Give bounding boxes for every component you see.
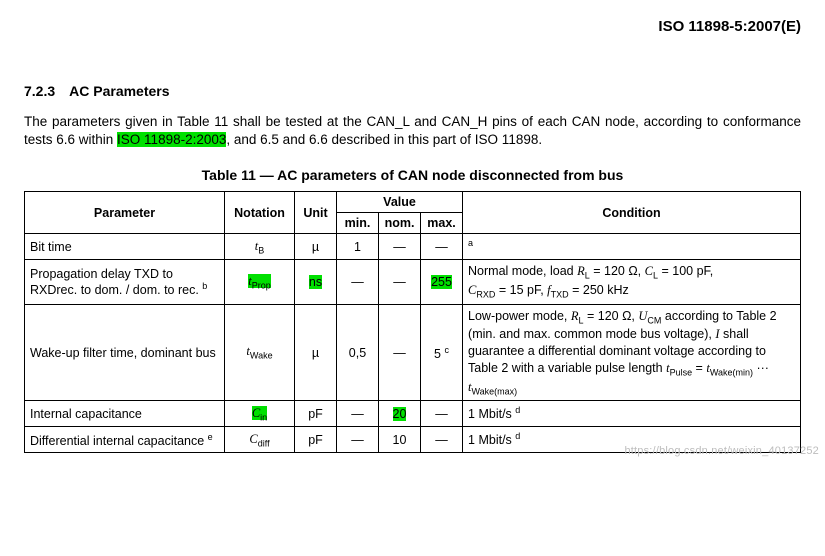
table-row: Differential internal capacitance e Cdif… — [25, 427, 801, 453]
cell-notation: tProp — [225, 260, 295, 304]
cell-nom: 10 — [379, 427, 421, 453]
cell-parameter: Internal capacitance — [25, 401, 225, 427]
cell-max: — — [421, 234, 463, 260]
cell-notation: Cin — [225, 401, 295, 427]
th-notation: Notation — [225, 192, 295, 234]
table-row: Wake-up filter time, dominant bus tWake … — [25, 304, 801, 401]
cell-condition: Low-power mode, RL = 120 Ω, UCM accordin… — [463, 304, 801, 401]
section-heading: 7.2.3 AC Parameters — [24, 83, 801, 99]
cell-parameter: Bit time — [25, 234, 225, 260]
th-nom: nom. — [379, 213, 421, 234]
th-condition: Condition — [463, 192, 801, 234]
cell-unit: µ — [295, 234, 337, 260]
cell-min: 1 — [337, 234, 379, 260]
cell-unit: ns — [295, 260, 337, 304]
cell-notation: tWake — [225, 304, 295, 401]
document-id: ISO 11898-5:2007(E) — [24, 18, 801, 35]
cell-condition: Normal mode, load RL = 120 Ω, CL = 100 p… — [463, 260, 801, 304]
cell-min: 0,5 — [337, 304, 379, 401]
section-number: 7.2.3 — [24, 83, 55, 99]
cell-notation: Cdiff — [225, 427, 295, 453]
cell-parameter: Differential internal capacitance e — [25, 427, 225, 453]
cell-max: — — [421, 427, 463, 453]
cell-min: — — [337, 427, 379, 453]
th-unit: Unit — [295, 192, 337, 234]
cell-max: 255 — [421, 260, 463, 304]
cell-nom: — — [379, 234, 421, 260]
cell-nom: 20 — [379, 401, 421, 427]
cell-max: — — [421, 401, 463, 427]
table-caption: Table 11 — AC parameters of CAN node dis… — [24, 167, 801, 183]
cell-min: — — [337, 260, 379, 304]
cell-nom: — — [379, 304, 421, 401]
cell-condition: 1 Mbit/s d — [463, 401, 801, 427]
cell-nom: — — [379, 260, 421, 304]
highlighted-reference: ISO 11898-2:2003 — [117, 132, 226, 147]
cell-parameter: Propagation delay TXD to RXDrec. to dom.… — [25, 260, 225, 304]
cell-max: 5 c — [421, 304, 463, 401]
cell-condition: a — [463, 234, 801, 260]
table-row: Propagation delay TXD to RXDrec. to dom.… — [25, 260, 801, 304]
cell-unit: pF — [295, 427, 337, 453]
ac-parameters-table: Parameter Notation Unit Value Condition … — [24, 191, 801, 453]
table-row: Internal capacitance Cin pF — 20 — 1 Mbi… — [25, 401, 801, 427]
cell-condition: 1 Mbit/s d — [463, 427, 801, 453]
cell-parameter: Wake-up filter time, dominant bus — [25, 304, 225, 401]
section-title: AC Parameters — [69, 83, 169, 99]
th-min: min. — [337, 213, 379, 234]
cell-min: — — [337, 401, 379, 427]
intro-paragraph: The parameters given in Table 11 shall b… — [24, 113, 801, 149]
cell-unit: µ — [295, 304, 337, 401]
th-parameter: Parameter — [25, 192, 225, 234]
table-row: Bit time tB µ 1 — — a — [25, 234, 801, 260]
cell-unit: pF — [295, 401, 337, 427]
th-value: Value — [337, 192, 463, 213]
cell-notation: tB — [225, 234, 295, 260]
table-header: Parameter Notation Unit Value Condition … — [25, 192, 801, 234]
para-text-after: , and 6.5 and 6.6 described in this part… — [226, 132, 542, 147]
th-max: max. — [421, 213, 463, 234]
